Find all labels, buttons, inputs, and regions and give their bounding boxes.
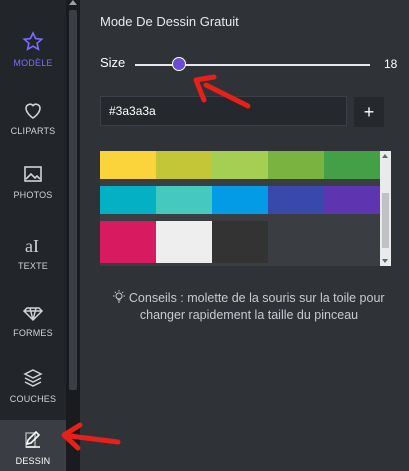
- tip-text: Conseils : molette de la souris sur la t…: [104, 290, 394, 324]
- star-icon: [22, 31, 44, 51]
- lightbulb-icon: [113, 290, 126, 303]
- color-swatch[interactable]: [100, 151, 156, 179]
- layers-icon: [23, 369, 43, 387]
- color-swatch[interactable]: [100, 186, 156, 214]
- sidebar-item-texte[interactable]: aI TEXTE: [0, 223, 66, 287]
- color-swatch[interactable]: [212, 221, 268, 263]
- color-swatch[interactable]: [268, 186, 324, 214]
- swatch-scrollbar[interactable]: [380, 151, 391, 266]
- sidebar-item-label: COUCHES: [9, 394, 57, 404]
- sidebar-item-dessin[interactable]: DESSIN: [0, 420, 66, 471]
- sidebar-item-formes[interactable]: FORMES: [0, 290, 66, 354]
- sidebar-item-label: CLIPARTS: [10, 126, 56, 136]
- sidebar-scrollbar[interactable]: [66, 0, 80, 471]
- sidebar-item-modele[interactable]: MODÈLE: [0, 20, 66, 84]
- color-swatch[interactable]: [324, 186, 380, 214]
- scrollbar-thumb[interactable]: [382, 193, 389, 248]
- size-label: Size: [100, 55, 126, 70]
- color-swatch[interactable]: [212, 151, 268, 179]
- size-slider-thumb[interactable]: [172, 57, 186, 71]
- sidebar-item-cliparts[interactable]: CLIPARTS: [0, 88, 66, 152]
- scrollbar-thumb[interactable]: [69, 10, 77, 390]
- color-swatch[interactable]: [156, 151, 212, 179]
- sidebar-item-couches[interactable]: COUCHES: [0, 356, 66, 420]
- size-slider-track[interactable]: [135, 64, 370, 66]
- annotation-arrow-slider: [193, 74, 251, 109]
- sidebar: MODÈLE CLIPARTS PHOTOS aI TEXTE FORMES C…: [0, 0, 66, 471]
- color-swatch[interactable]: [324, 151, 380, 179]
- sidebar-item-photos[interactable]: PHOTOS: [0, 152, 66, 216]
- color-swatch[interactable]: [156, 221, 212, 263]
- svg-text:aI: aI: [25, 236, 39, 256]
- scroll-up-arrow-icon[interactable]: [69, 0, 77, 5]
- sidebar-item-label: PHOTOS: [13, 190, 53, 200]
- color-swatch[interactable]: [268, 151, 324, 179]
- edit-icon: [25, 430, 41, 448]
- sidebar-item-label: DESSIN: [15, 456, 51, 466]
- annotation-arrow-dessin: [61, 422, 121, 451]
- color-swatch[interactable]: [156, 186, 212, 214]
- text-icon: aI: [25, 236, 39, 256]
- size-value: 18: [384, 57, 398, 71]
- scroll-up-arrow-icon[interactable]: [382, 154, 388, 158]
- diamond-icon: [22, 307, 44, 322]
- color-swatch-grid: [100, 151, 382, 266]
- sidebar-item-label: TEXTE: [17, 261, 48, 271]
- color-swatch[interactable]: [212, 186, 268, 214]
- tip-label: Conseils : molette de la souris sur la t…: [128, 291, 385, 322]
- scroll-down-arrow-icon[interactable]: [382, 259, 388, 263]
- sidebar-item-label: FORMES: [13, 328, 53, 338]
- panel-title: Mode De Dessin Gratuit: [100, 14, 239, 29]
- sidebar-item-label: MODÈLE: [13, 58, 53, 68]
- image-icon: [24, 166, 42, 182]
- color-swatch[interactable]: [100, 221, 156, 263]
- add-color-button[interactable]: +: [354, 97, 384, 127]
- heart-icon: [25, 103, 41, 119]
